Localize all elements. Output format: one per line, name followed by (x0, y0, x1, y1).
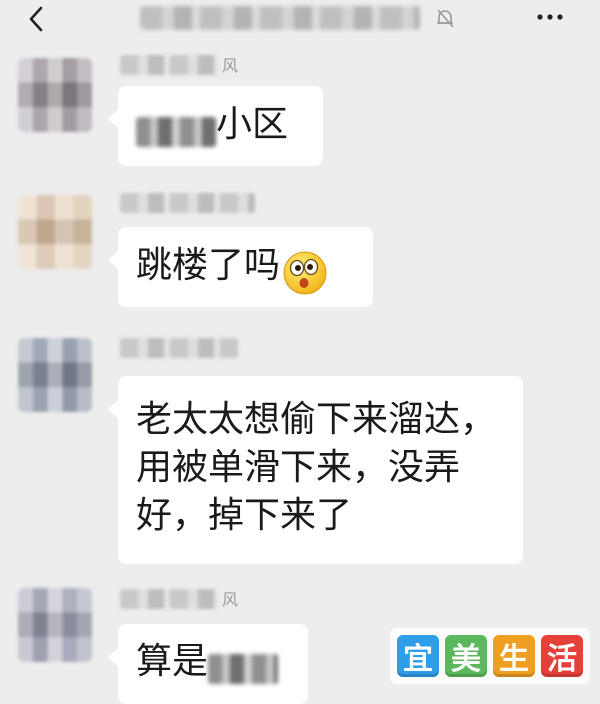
sender-name (120, 338, 238, 358)
watermark-char: 美 (445, 635, 487, 677)
chat-message: 老太太想偷下来溜达， 用被单滑下来，没弄 好，掉下来了 (0, 328, 600, 568)
chevron-left-icon[interactable] (22, 4, 52, 34)
top-bar (0, 0, 600, 40)
sender-name-suffix: 风 (222, 590, 239, 609)
avatar[interactable] (18, 338, 92, 412)
message-bubble[interactable]: 算是 (108, 624, 308, 704)
surprised-face-icon (283, 251, 327, 294)
message-text: 小区 (216, 104, 289, 145)
avatar[interactable] (18, 58, 92, 132)
watermark-logo: 宜 美 生 活 (390, 628, 590, 684)
watermark-char: 生 (493, 635, 535, 677)
chat-message: 风 小区 (0, 48, 600, 168)
redacted-text (208, 653, 279, 684)
message-text: 算是 (136, 641, 209, 682)
more-dots-icon[interactable] (532, 2, 568, 32)
chat-title (140, 6, 420, 30)
sender-name (120, 55, 218, 75)
message-bubble[interactable]: 跳楼了吗 (108, 227, 373, 307)
message-text: 跳楼了吗 (136, 245, 281, 286)
chat-message: 跳楼了吗 (0, 185, 600, 310)
avatar[interactable] (18, 195, 92, 269)
avatar[interactable] (18, 588, 92, 662)
watermark-char: 活 (541, 635, 583, 677)
message-bubble[interactable]: 小区 (108, 86, 323, 166)
sender-name (120, 589, 218, 609)
message-bubble[interactable]: 老太太想偷下来溜达， 用被单滑下来，没弄 好，掉下来了 (108, 376, 523, 564)
sender-name (120, 193, 255, 213)
message-text: 老太太想偷下来溜达， 用被单滑下来，没弄 好，掉下来了 (136, 399, 497, 536)
sender-name-suffix: 风 (222, 56, 239, 75)
watermark-char: 宜 (397, 635, 439, 677)
bell-muted-icon (437, 9, 454, 28)
redacted-text (136, 116, 216, 147)
